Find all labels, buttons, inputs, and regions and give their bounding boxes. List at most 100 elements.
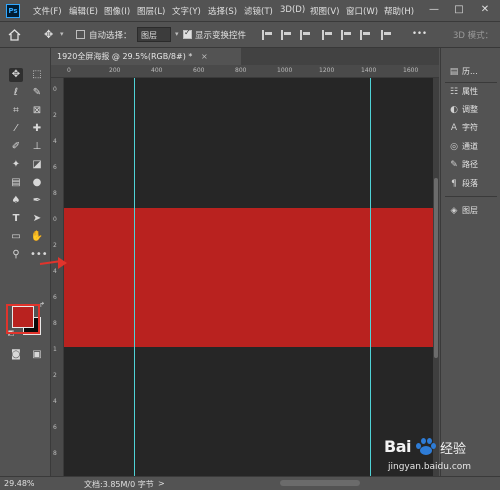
close-icon[interactable]: × (201, 52, 208, 61)
ruler-tick-label: 8 (53, 450, 57, 457)
auto-select-label: 自动选择： (89, 31, 132, 41)
vertical-scrollbar-thumb[interactable] (434, 178, 438, 358)
ruler-tick-label: 4 (53, 268, 57, 275)
align-right-icon[interactable] (300, 30, 311, 40)
baidu-paw-logo (416, 437, 436, 455)
panel-properties[interactable]: ☷ 属性 (449, 86, 500, 100)
menu-window[interactable]: 窗口(W) (346, 5, 378, 17)
ruler-tick-label: 600 (193, 67, 205, 74)
menu-type[interactable]: 文字(Y) (172, 5, 201, 17)
hand-tool-icon[interactable]: ✋ (30, 230, 44, 244)
eraser-tool-icon[interactable]: ◪ (30, 158, 44, 172)
ruler-tick-label: 4 (53, 398, 57, 405)
annotation-arrow-head (58, 257, 67, 269)
dodge-tool-icon[interactable]: ♠ (9, 194, 23, 208)
horizontal-scrollbar-thumb[interactable] (280, 480, 360, 486)
menu-filter[interactable]: 滤镜(T) (244, 5, 273, 17)
paths-icon: ✎ (450, 160, 458, 170)
document-tab[interactable]: 1920全屏海报 @ 29.5%(RGB/8#) * × (51, 48, 241, 65)
panel-divider (445, 82, 497, 83)
document-canvas[interactable] (64, 78, 433, 476)
ruler-tick-label: 6 (53, 164, 57, 171)
panel-layers[interactable]: ◈ 图层 (449, 205, 500, 219)
menu-select[interactable]: 选择(S) (208, 5, 237, 17)
move-tool-icon[interactable]: ✥ (44, 28, 58, 42)
maximize-button[interactable]: □ (452, 3, 466, 17)
layers-icon: ◈ (450, 206, 458, 216)
marquee-tool-icon[interactable]: ⬚ (30, 68, 44, 82)
panel-character[interactable]: A 字符 (449, 122, 500, 136)
ruler-tick-label: 400 (151, 67, 163, 74)
zoom-tool-icon[interactable]: ⚲ (9, 248, 23, 262)
gradient-tool-icon[interactable]: ▤ (9, 176, 23, 190)
frame-tool-icon[interactable]: ⊠ (30, 104, 44, 118)
align-top-icon[interactable] (322, 30, 333, 40)
panel-paths[interactable]: ✎ 路径 (449, 159, 500, 173)
brush-tool-icon[interactable]: ✐ (9, 140, 23, 154)
ruler-tick-label: 0 (53, 216, 57, 223)
stamp-tool-icon[interactable]: ⊥ (30, 140, 44, 154)
ruler-tick-label: 800 (235, 67, 247, 74)
move-tool-icon[interactable]: ✥ (9, 68, 23, 82)
panel-paragraph[interactable]: ¶ 段落 (449, 178, 500, 192)
tool-preset-caret-icon[interactable]: ▾ (60, 30, 64, 38)
more-options-icon[interactable]: ••• (412, 29, 427, 39)
ruler-tick-label: 1400 (361, 67, 377, 74)
pen-tool-icon[interactable]: ✒ (30, 194, 44, 208)
blur-tool-icon[interactable]: ● (30, 176, 44, 190)
menu-help[interactable]: 帮助(H) (384, 5, 414, 17)
ruler-tick-label: 0 (53, 86, 57, 93)
photoshop-logo: Ps (6, 4, 20, 18)
panel-history[interactable]: ▤ 历... (449, 66, 500, 80)
minimize-button[interactable]: — (427, 3, 441, 17)
ruler-tick-label: 1 (53, 346, 57, 353)
menu-3d[interactable]: 3D(D) (280, 5, 305, 15)
menu-layer[interactable]: 图层(L) (137, 5, 165, 17)
path-select-tool-icon[interactable]: ➤ (30, 212, 44, 226)
zoom-level[interactable]: 29.48% (4, 479, 35, 488)
menu-image[interactable]: 图像(I) (104, 5, 130, 17)
adjustments-icon: ◐ (450, 105, 458, 115)
show-transform-checkbox[interactable] (183, 28, 192, 39)
type-tool-icon[interactable]: T (9, 212, 23, 226)
crop-tool-icon[interactable]: ⌗ (9, 104, 23, 118)
guide-line-right[interactable] (370, 78, 371, 476)
distribute-icon[interactable] (381, 30, 392, 40)
more-tools-icon[interactable]: ••• (30, 248, 48, 262)
ruler-tick-label: 2 (53, 242, 57, 249)
auto-select-target-value: 图层 (141, 31, 157, 40)
close-window-button[interactable]: ✕ (478, 3, 492, 17)
quick-mask-mode-icon[interactable]: ◙ (9, 348, 23, 362)
character-icon: A (450, 123, 458, 133)
watermark-text: 经验 (440, 442, 467, 457)
ruler-tick-label: 0 (67, 67, 71, 74)
history-brush-tool-icon[interactable]: ✦ (9, 158, 23, 172)
align-bottom-icon[interactable] (360, 30, 371, 40)
align-left-icon[interactable] (262, 30, 273, 40)
guide-line-left[interactable] (134, 78, 135, 476)
auto-select-checkbox[interactable] (76, 30, 85, 39)
auto-select-target-dropdown[interactable]: 图层 (137, 27, 171, 42)
options-bar: ✥ ▾ 自动选择： 图层 ▾ 显示变换控件 ••• 3D 模式： (0, 22, 500, 48)
document-tab-title: 1920全屏海报 @ 29.5%(RGB/8#) * (57, 52, 193, 61)
panel-channels[interactable]: ◎ 通道 (449, 141, 500, 155)
menu-view[interactable]: 视图(V) (310, 5, 339, 17)
healing-brush-tool-icon[interactable]: ✚ (30, 122, 44, 136)
paragraph-icon: ¶ (451, 179, 457, 189)
align-center-icon[interactable] (281, 30, 292, 40)
chevron-down-icon[interactable]: ▾ (175, 30, 179, 38)
rectangle-tool-icon[interactable]: ▭ (9, 230, 23, 244)
eyedropper-tool-icon[interactable]: ⁄ (9, 122, 23, 136)
align-middle-icon[interactable] (341, 30, 352, 40)
vertical-scrollbar[interactable] (433, 78, 439, 476)
lasso-tool-icon[interactable]: ℓ (9, 86, 23, 100)
screen-mode-icon[interactable]: ▣ (30, 348, 44, 362)
home-icon[interactable] (8, 28, 21, 41)
quick-select-tool-icon[interactable]: ✎ (30, 86, 44, 100)
panel-adjustments[interactable]: ◐ 调整 (449, 104, 500, 118)
status-menu-caret[interactable]: > (158, 479, 165, 488)
ruler-tick-label: 2 (53, 372, 57, 379)
menu-edit[interactable]: 编辑(E) (69, 5, 98, 17)
watermark-brand: Bai (384, 437, 411, 456)
menu-file[interactable]: 文件(F) (33, 5, 62, 17)
